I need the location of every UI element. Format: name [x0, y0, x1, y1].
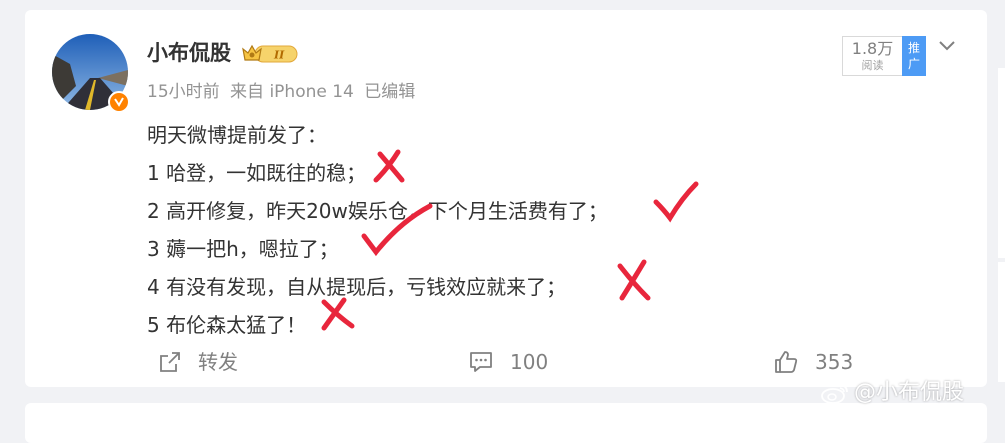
post-content: 明天微博提前发了： 1 哈登，一如既往的稳； 2 高开修复，昨天20w娱乐仓，下…	[147, 116, 608, 344]
content-line: 明天微博提前发了：	[147, 123, 327, 147]
content-line: 5 布伦森太猛了！	[147, 313, 307, 337]
right-panel-edge-lower	[998, 262, 1005, 382]
chevron-down-icon[interactable]	[937, 38, 957, 54]
promote-label: 推广	[908, 41, 921, 71]
views-counter: 1.8万 阅读	[842, 36, 902, 76]
repost-button[interactable]: 转发	[158, 348, 238, 376]
next-post-card	[25, 403, 987, 443]
content-line: 4 有没有发现，自从提现后，亏钱效应就来了；	[147, 275, 567, 299]
verified-badge-icon	[108, 91, 130, 113]
content-line: 3 薅一把h，嗯拉了；	[147, 237, 339, 261]
like-count: 353	[815, 350, 854, 374]
like-button[interactable]: 353	[773, 348, 853, 376]
repost-icon	[160, 352, 180, 372]
comment-count: 100	[510, 350, 549, 374]
views-label: 阅读	[861, 59, 884, 72]
comment-icon	[470, 352, 492, 372]
post-meta: 15小时前 来自 iPhone 14 已编辑	[147, 80, 420, 104]
post-source: 来自 iPhone 14	[230, 82, 354, 102]
post-time[interactable]: 15小时前	[147, 82, 220, 102]
weibo-logo-icon	[821, 384, 848, 404]
watermark: @小布侃股	[820, 378, 964, 408]
repost-label: 转发	[198, 350, 238, 374]
comment-button[interactable]: 100	[468, 348, 548, 376]
edited-label[interactable]: 已编辑	[364, 82, 415, 102]
thumbs-up-icon	[775, 351, 798, 373]
right-panel-edge	[998, 68, 1005, 258]
views-count: 1.8万	[851, 39, 894, 58]
content-line: 1 哈登，一如既往的稳；	[147, 161, 367, 185]
content-line: 2 高开修复，昨天20w娱乐仓，下个月生活费有了；	[147, 199, 608, 223]
vip-crown-icon[interactable]: II	[241, 43, 299, 65]
vip-level-text: II	[273, 49, 285, 62]
author-name[interactable]: 小布侃股	[147, 38, 231, 68]
watermark-text: @小布侃股	[854, 380, 965, 405]
promote-button[interactable]: 推广	[902, 36, 926, 76]
